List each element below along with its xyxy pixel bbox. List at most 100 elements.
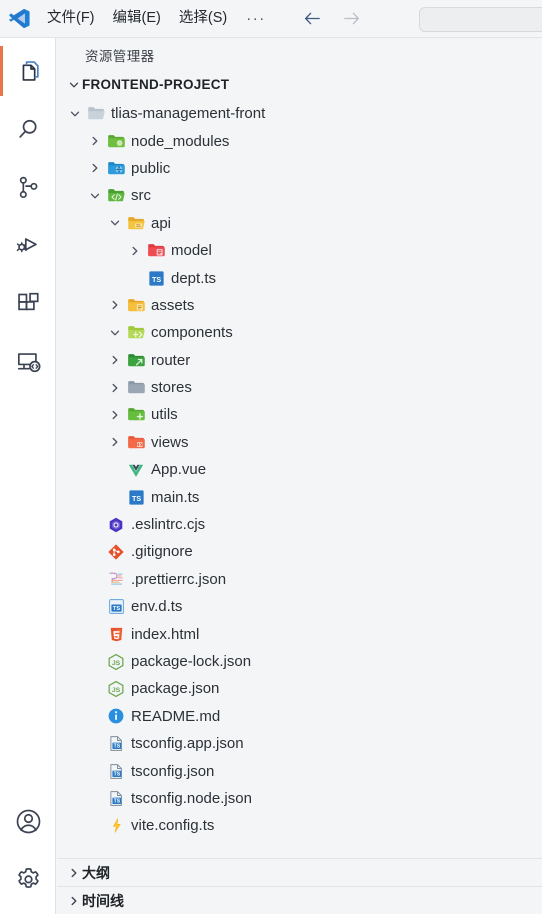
tree-folder-row[interactable]: router (57, 347, 542, 374)
gear-icon (14, 865, 43, 894)
chevron-right-icon[interactable] (105, 436, 124, 448)
chevron-right-icon (65, 892, 82, 909)
tree-file-row[interactable]: vite.config.ts (57, 812, 542, 839)
npm-icon: JS (104, 680, 128, 698)
activity-bar-bottom (0, 792, 56, 908)
svg-text:JS: JS (112, 660, 121, 667)
typescript-def-icon: TS (104, 598, 128, 615)
chevron-right-icon[interactable] (85, 162, 104, 174)
activity-item-remote-explorer[interactable] (0, 332, 56, 390)
tree-folder-row[interactable]: tlias-management-front (57, 100, 542, 127)
svg-text:TS: TS (132, 495, 141, 503)
chevron-down-icon[interactable] (65, 108, 84, 120)
activity-item-source-control[interactable] (0, 158, 56, 216)
readme-icon (104, 707, 128, 725)
menu-overflow-button[interactable]: ··· (236, 10, 276, 27)
tree-folder-row[interactable]: node_modules (57, 127, 542, 154)
back-arrow-icon[interactable] (302, 8, 324, 30)
tree-item-label: node_modules (131, 132, 230, 150)
tree-file-row[interactable]: JS package.json (57, 675, 542, 702)
activity-item-run-and-debug[interactable] (0, 216, 56, 274)
tree-item-label: assets (151, 296, 195, 314)
tree-file-row[interactable]: .prettierrc.json (57, 566, 542, 593)
chevron-right-icon[interactable] (105, 299, 124, 311)
chevron-down-icon[interactable] (85, 190, 104, 202)
tree-folder-row[interactable]: views (57, 429, 542, 456)
tree-item-label: main.ts (151, 488, 200, 506)
tree-file-row[interactable]: JS package-lock.json (57, 648, 542, 675)
tree-file-row[interactable]: TS main.ts (57, 483, 542, 510)
tree-item-label: vite.config.ts (131, 817, 215, 835)
tree-file-row[interactable]: TS dept.ts (57, 264, 542, 291)
eslint-icon (104, 516, 128, 534)
activity-item-search[interactable] (0, 100, 56, 158)
svg-text:TS: TS (113, 771, 120, 777)
activity-item-explorer[interactable] (0, 42, 56, 100)
chevron-down-icon[interactable] (105, 217, 124, 229)
folder-router-icon (124, 351, 148, 370)
vite-icon (104, 817, 128, 834)
tree-folder-row[interactable]: model (57, 237, 542, 264)
command-center-search-input[interactable] (419, 7, 542, 32)
chevron-right-icon[interactable] (85, 135, 104, 147)
menu-edit[interactable]: 编辑(E) (104, 8, 170, 29)
tsconfig-icon: TS (104, 735, 128, 752)
tree-folder-row[interactable]: src (57, 182, 542, 209)
tree-item-label: utils (151, 406, 178, 424)
tree-file-row[interactable]: TS tsconfig.app.json (57, 730, 542, 757)
tree-folder-row[interactable]: components (57, 319, 542, 346)
chevron-right-icon[interactable] (105, 409, 124, 421)
remote-explorer-icon (15, 348, 42, 375)
chevron-right-icon[interactable] (125, 245, 144, 257)
menu-selection[interactable]: 选择(S) (170, 8, 236, 29)
activity-bar (0, 38, 56, 914)
chevron-down-icon[interactable] (105, 327, 124, 339)
tree-file-row[interactable]: App.vue (57, 456, 542, 483)
tree-file-row[interactable]: TS tsconfig.node.json (57, 785, 542, 812)
tree-file-row[interactable]: .eslintrc.cjs (57, 511, 542, 538)
tree-file-row[interactable]: .gitignore (57, 538, 542, 565)
svg-text:JS: JS (112, 687, 121, 694)
chevron-right-icon[interactable] (105, 382, 124, 394)
activity-item-accounts[interactable] (0, 792, 56, 850)
tree-item-label: api (151, 214, 172, 232)
tree-item-label: model (171, 242, 212, 260)
navigation-buttons (302, 8, 363, 30)
svg-text:TS: TS (113, 799, 120, 805)
tsconfig-icon: TS (104, 763, 128, 780)
svg-text:TS: TS (113, 744, 120, 750)
folder-assets-icon (124, 296, 148, 315)
prettier-icon (104, 570, 128, 588)
tree-item-label: env.d.ts (131, 598, 183, 616)
folder-node-icon (104, 132, 128, 151)
menu-file[interactable]: 文件(F) (38, 8, 104, 29)
tree-item-label: App.vue (151, 461, 207, 479)
tree-file-row[interactable]: README.md (57, 703, 542, 730)
activity-item-extensions[interactable] (0, 274, 56, 332)
tree-folder-row[interactable]: public (57, 155, 542, 182)
tree-file-row[interactable]: TS env.d.ts (57, 593, 542, 620)
run-and-debug-icon (15, 232, 42, 259)
panel-outline[interactable]: 大纲 (57, 858, 542, 886)
panel-timeline[interactable]: 时间线 (57, 886, 542, 914)
explorer-root-section[interactable]: FRONTEND-PROJECT (57, 72, 542, 97)
vscode-window: 文件(F) 编辑(E) 选择(S) ··· 资源管理器 FRONTEND-PRO… (0, 0, 542, 914)
vue-icon (124, 461, 148, 479)
tree-folder-row[interactable]: utils (57, 401, 542, 428)
vscode-logo-icon (0, 0, 38, 38)
tree-item-label: tsconfig.json (131, 762, 215, 780)
files-icon (15, 58, 42, 85)
activity-item-manage-settings[interactable] (0, 850, 56, 908)
tree-folder-row[interactable]: assets (57, 292, 542, 319)
tree-item-label: package-lock.json (131, 653, 252, 670)
tree-item-label: src (131, 187, 151, 205)
tree-item-label: views (151, 433, 189, 451)
extensions-icon (15, 290, 42, 317)
npm-icon: JS (104, 653, 128, 671)
chevron-right-icon[interactable] (105, 354, 124, 366)
tree-file-row[interactable]: index.html (57, 620, 542, 647)
tree-folder-row[interactable]: stores (57, 374, 542, 401)
tree-item-label: tsconfig.app.json (131, 735, 244, 753)
tree-file-row[interactable]: TS tsconfig.json (57, 757, 542, 784)
tree-folder-row[interactable]: api (57, 210, 542, 237)
